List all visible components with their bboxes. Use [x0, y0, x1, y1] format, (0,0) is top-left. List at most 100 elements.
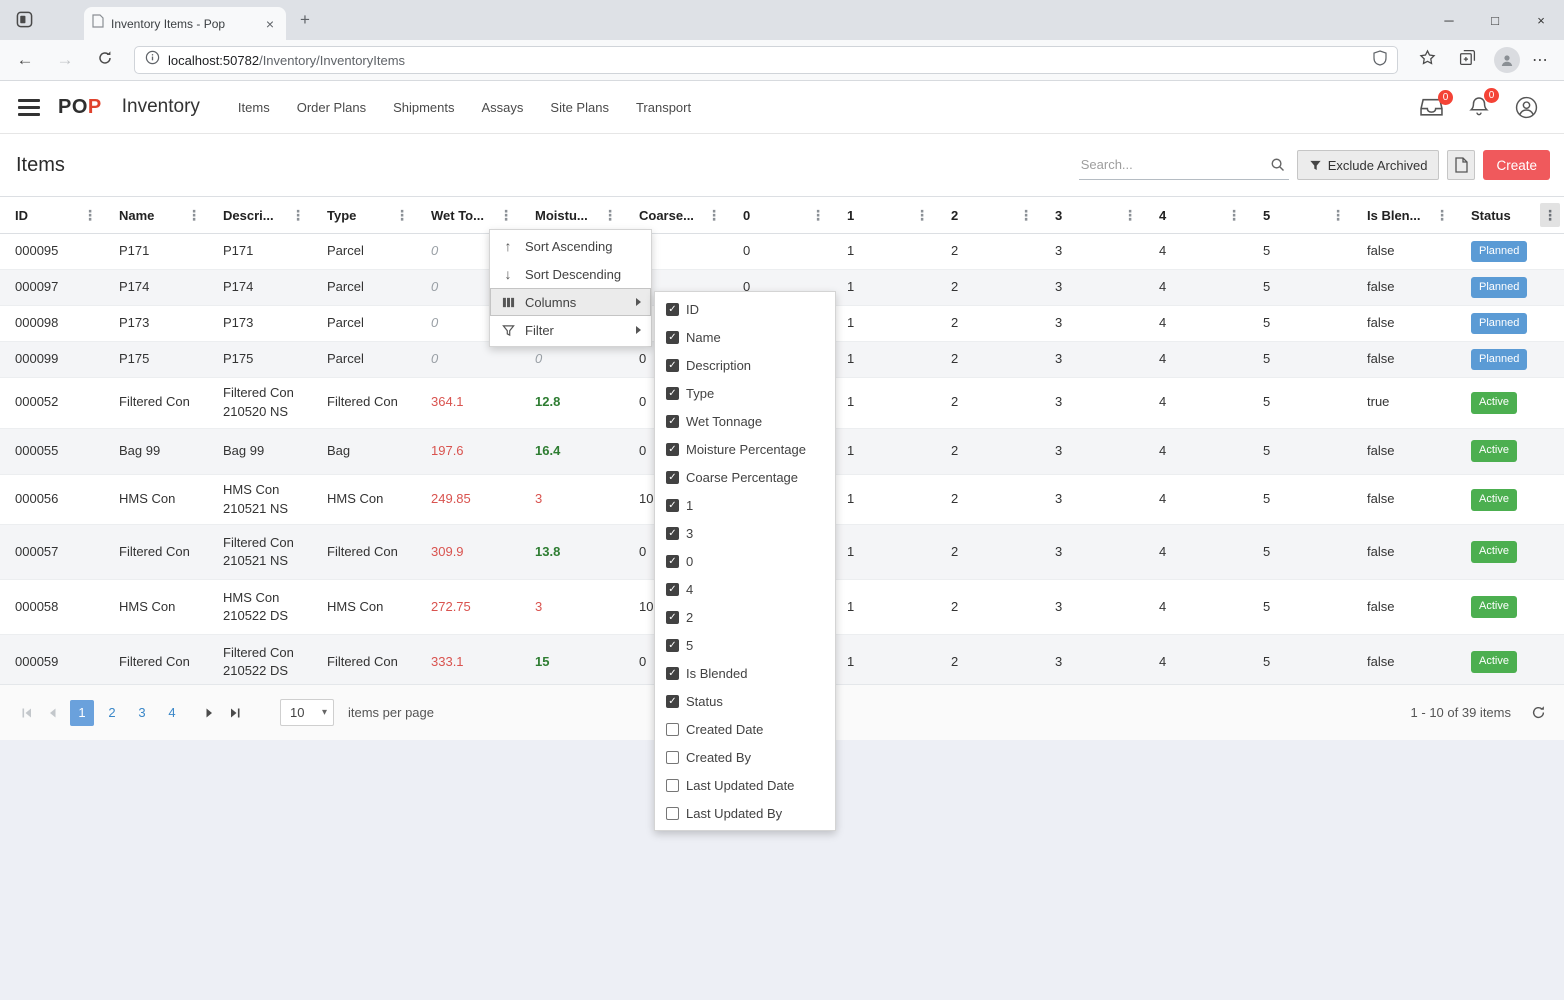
column-menu-button[interactable]: ⋮ — [288, 203, 308, 227]
hamburger-menu-icon[interactable] — [18, 99, 40, 116]
favorites-icon[interactable] — [1412, 49, 1442, 71]
exclude-archived-button[interactable]: Exclude Archived — [1297, 150, 1440, 180]
page-size-select[interactable]: 10 ▾ — [280, 699, 334, 726]
column-toggle-3[interactable]: ✓3 — [655, 519, 835, 547]
browser-profile-avatar[interactable] — [1494, 47, 1520, 73]
site-info-icon[interactable] — [145, 50, 160, 70]
column-toggle-is-blended[interactable]: ✓Is Blended — [655, 659, 835, 687]
tracking-prevention-icon[interactable] — [1373, 50, 1387, 71]
next-page-button[interactable] — [196, 700, 222, 726]
checkbox-checked-icon[interactable]: ✓ — [666, 415, 679, 428]
checkbox-checked-icon[interactable]: ✓ — [666, 639, 679, 652]
column-menu-button[interactable]: ⋮ — [80, 203, 100, 227]
column-menu-button[interactable]: ⋮ — [184, 203, 204, 227]
column-toggle-2[interactable]: ✓2 — [655, 603, 835, 631]
page-button-3[interactable]: 3 — [130, 700, 154, 726]
checkbox-checked-icon[interactable]: ✓ — [666, 331, 679, 344]
checkbox-checked-icon[interactable]: ✓ — [666, 695, 679, 708]
page-button-2[interactable]: 2 — [100, 700, 124, 726]
menu-item-sort-descending[interactable]: ↓Sort Descending — [490, 260, 651, 288]
column-toggle-description[interactable]: ✓Description — [655, 351, 835, 379]
close-button[interactable]: × — [1518, 0, 1564, 40]
address-bar[interactable]: localhost:50782/Inventory/InventoryItems — [134, 46, 1398, 74]
nav-item-shipments[interactable]: Shipments — [393, 100, 454, 115]
search-icon[interactable] — [1266, 157, 1289, 172]
column-toggle-status[interactable]: ✓Status — [655, 687, 835, 715]
column-toggle-wet-tonnage[interactable]: ✓Wet Tonnage — [655, 407, 835, 435]
refresh-icon[interactable] — [1531, 705, 1546, 720]
back-button[interactable]: ← — [10, 50, 40, 70]
checkbox-checked-icon[interactable]: ✓ — [666, 359, 679, 372]
column-menu-button[interactable]: ⋮ — [1328, 203, 1348, 227]
checkbox-checked-icon[interactable]: ✓ — [666, 303, 679, 316]
menu-item-columns[interactable]: Columns — [490, 288, 651, 316]
forward-button[interactable]: → — [50, 50, 80, 70]
column-menu-button[interactable]: ⋮ — [392, 203, 412, 227]
search-input[interactable] — [1079, 157, 1266, 172]
nav-item-assays[interactable]: Assays — [482, 100, 524, 115]
column-toggle-type[interactable]: ✓Type — [655, 379, 835, 407]
column-menu-button[interactable]: ⋮ — [1224, 203, 1244, 227]
column-toggle-id[interactable]: ✓ID — [655, 295, 835, 323]
column-toggle-4[interactable]: ✓4 — [655, 575, 835, 603]
column-menu-button[interactable]: ⋮ — [1120, 203, 1140, 227]
tab-close-icon[interactable]: × — [262, 16, 278, 32]
column-toggle-created-by[interactable]: Created By — [655, 743, 835, 771]
checkbox-unchecked-icon[interactable] — [666, 751, 679, 764]
column-toggle-0[interactable]: ✓0 — [655, 547, 835, 575]
first-page-button[interactable] — [14, 700, 40, 726]
nav-item-items[interactable]: Items — [238, 100, 270, 115]
checkbox-checked-icon[interactable]: ✓ — [666, 527, 679, 540]
column-toggle-moisture-percentage[interactable]: ✓Moisture Percentage — [655, 435, 835, 463]
app-logo[interactable]: POP — [58, 96, 102, 119]
checkbox-checked-icon[interactable]: ✓ — [666, 499, 679, 512]
checkbox-checked-icon[interactable]: ✓ — [666, 583, 679, 596]
column-menu-button[interactable]: ⋮ — [808, 203, 828, 227]
account-icon[interactable] — [1515, 96, 1538, 119]
checkbox-checked-icon[interactable]: ✓ — [666, 555, 679, 568]
create-button[interactable]: Create — [1483, 150, 1550, 180]
collections-icon[interactable] — [1452, 49, 1482, 71]
inbox-icon[interactable]: 0 — [1420, 98, 1443, 117]
checkbox-checked-icon[interactable]: ✓ — [666, 443, 679, 456]
column-menu-button[interactable]: ⋮ — [704, 203, 724, 227]
checkbox-checked-icon[interactable]: ✓ — [666, 471, 679, 484]
browser-menu-icon[interactable]: ⋯ — [1532, 50, 1548, 70]
new-tab-button[interactable]: + — [300, 10, 310, 30]
column-menu-button[interactable]: ⋮ — [600, 203, 620, 227]
notifications-bell-icon[interactable]: 0 — [1469, 96, 1489, 118]
nav-item-transport[interactable]: Transport — [636, 100, 691, 115]
column-menu-button[interactable]: ⋮ — [1432, 203, 1452, 227]
page-button-1[interactable]: 1 — [70, 700, 94, 726]
last-page-button[interactable] — [222, 700, 248, 726]
checkbox-unchecked-icon[interactable] — [666, 807, 679, 820]
checkbox-checked-icon[interactable]: ✓ — [666, 387, 679, 400]
column-toggle-name[interactable]: ✓Name — [655, 323, 835, 351]
browser-tab[interactable]: Inventory Items - Pop × — [84, 7, 286, 40]
nav-item-order-plans[interactable]: Order Plans — [297, 100, 366, 115]
column-toggle-last-updated-date[interactable]: Last Updated Date — [655, 771, 835, 799]
checkbox-checked-icon[interactable]: ✓ — [666, 667, 679, 680]
minimize-button[interactable]: ─ — [1426, 0, 1472, 40]
menu-item-sort-ascending[interactable]: ↑Sort Ascending — [490, 232, 651, 260]
nav-item-site-plans[interactable]: Site Plans — [550, 100, 609, 115]
column-toggle-5[interactable]: ✓5 — [655, 631, 835, 659]
checkbox-checked-icon[interactable]: ✓ — [666, 611, 679, 624]
column-menu-button[interactable]: ⋮ — [1016, 203, 1036, 227]
column-toggle-coarse-percentage[interactable]: ✓Coarse Percentage — [655, 463, 835, 491]
reload-button[interactable] — [90, 50, 120, 71]
workspace-icon[interactable] — [16, 11, 33, 33]
maximize-button[interactable]: □ — [1472, 0, 1518, 40]
checkbox-unchecked-icon[interactable] — [666, 723, 679, 736]
column-menu-button[interactable]: ⋮ — [496, 203, 516, 227]
column-toggle-1[interactable]: ✓1 — [655, 491, 835, 519]
page-button-4[interactable]: 4 — [160, 700, 184, 726]
column-toggle-last-updated-by[interactable]: Last Updated By — [655, 799, 835, 827]
export-excel-button[interactable] — [1447, 150, 1475, 180]
menu-item-filter[interactable]: Filter — [490, 316, 651, 344]
checkbox-unchecked-icon[interactable] — [666, 779, 679, 792]
previous-page-button[interactable] — [40, 700, 66, 726]
column-menu-button[interactable]: ⋮ — [1540, 203, 1560, 227]
column-menu-button[interactable]: ⋮ — [912, 203, 932, 227]
column-toggle-created-date[interactable]: Created Date — [655, 715, 835, 743]
